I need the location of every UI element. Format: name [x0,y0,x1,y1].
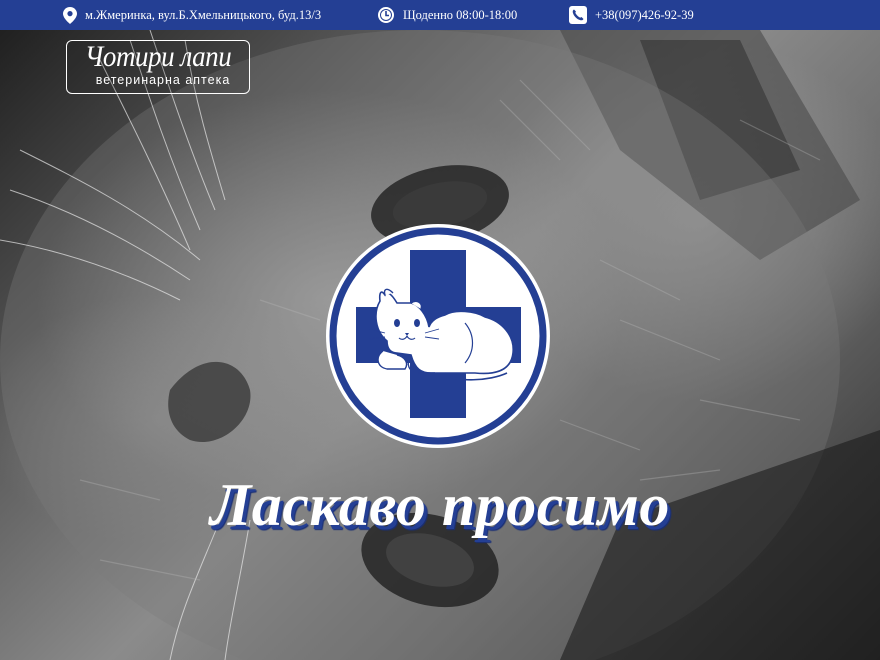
phone-info[interactable]: +38(097)426-92-39 [569,0,694,30]
clock-icon [378,7,394,23]
phone-icon [569,6,587,24]
vet-cross-cat-icon [326,224,550,448]
hours-info: Щоденно 08:00-18:00 [377,0,517,30]
vet-emblem [325,223,551,449]
map-pin-icon [63,6,77,24]
address-text: м.Жмеринка, вул.Б.Хмельницького, буд.13/… [85,7,322,22]
hours-text: Щоденно 08:00-18:00 [403,7,518,22]
address-info[interactable]: м.Жмеринка, вул.Б.Хмельницького, буд.13/… [63,0,321,30]
logo-subtitle: ветеринарна аптека [95,73,231,87]
logo-title: Чотири лапи [84,40,232,73]
site-logo[interactable]: Чотири лапи ветеринарна аптека [66,40,250,94]
welcome-heading: Ласкаво просимо [210,472,670,538]
top-info-bar: м.Жмеринка, вул.Б.Хмельницького, буд.13/… [0,0,880,30]
phone-text: +38(097)426-92-39 [595,7,694,22]
